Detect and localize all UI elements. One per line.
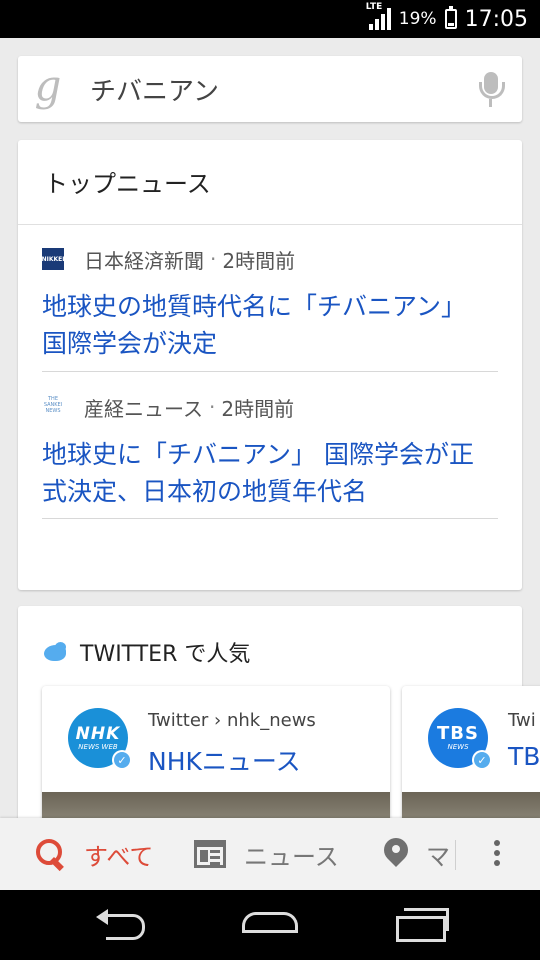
nikkei-logo-icon: NIKKEI <box>42 248 64 270</box>
divider <box>42 371 498 372</box>
news-time: 2時間前 <box>222 248 296 273</box>
navigation-bar <box>0 890 540 960</box>
tab-maps[interactable]: マ <box>384 818 456 890</box>
separator: · <box>209 395 216 419</box>
news-item[interactable]: NIKKEI 日本経済新聞 · 2時間前 地球史の地質時代名に「チバニアン」 国… <box>42 244 498 362</box>
status-bar: LTE 19% 17:05 <box>0 0 540 38</box>
divider <box>18 224 522 225</box>
battery-icon <box>444 6 457 29</box>
search-input[interactable]: チバニアン <box>78 71 462 108</box>
clock: 17:05 <box>464 6 528 32</box>
avatar-logo: TBS <box>437 723 479 744</box>
verified-badge-icon: ✓ <box>112 750 132 770</box>
home-icon[interactable] <box>242 912 298 936</box>
divider <box>455 840 456 870</box>
map-pin-icon <box>384 833 413 870</box>
search-bar[interactable]: g チバニアン <box>18 56 522 122</box>
news-headline[interactable]: 地球史の地質時代名に「チバニアン」 国際学会が決定 <box>42 288 498 362</box>
more-options-icon[interactable] <box>492 840 502 872</box>
search-tab-bar: すべて ニュース マ <box>0 818 540 890</box>
twitter-bird-icon <box>42 641 68 663</box>
news-item[interactable]: THE SANKEI NEWS 産経ニュース · 2時間前 地球史に「チバニアン… <box>42 392 498 510</box>
avatar: TBS NEWS ✓ <box>428 708 492 770</box>
tweet-source-path: Twi <box>508 710 536 731</box>
tab-label: マ <box>426 842 450 871</box>
news-source: 日本経済新聞 <box>84 248 204 273</box>
back-icon[interactable] <box>92 909 148 940</box>
avatar-sub: NEWS WEB <box>78 743 118 751</box>
tab-label: ニュース <box>244 842 339 871</box>
network-type: LTE <box>365 2 383 12</box>
sankei-logo-icon: THE SANKEI NEWS <box>42 396 64 418</box>
newspaper-icon <box>194 840 226 868</box>
tweet-source-path: Twitter › nhk_news <box>148 710 316 731</box>
tab-label: すべて <box>84 842 154 871</box>
avatar-sub: NEWS <box>447 743 469 751</box>
twitter-title-text: TWITTER で人気 <box>80 642 251 667</box>
recent-apps-icon[interactable] <box>396 908 449 942</box>
google-logo-icon: g <box>34 61 62 110</box>
tab-news[interactable]: ニュース <box>194 818 339 890</box>
separator: · <box>210 247 217 271</box>
twitter-section-title: TWITTER で人気 <box>42 636 250 668</box>
tweet-account-name[interactable]: TB <box>508 742 540 771</box>
signal-icon: LTE <box>366 2 391 30</box>
mic-icon[interactable] <box>462 56 522 122</box>
top-news-card: トップニュース NIKKEI 日本経済新聞 · 2時間前 地球史の地質時代名に「… <box>18 140 522 590</box>
tab-all[interactable]: すべて <box>34 818 153 890</box>
verified-badge-icon: ✓ <box>472 750 492 770</box>
search-icon <box>34 837 68 872</box>
battery-percent: 19% <box>398 9 437 29</box>
divider <box>42 518 498 519</box>
avatar: NHK NEWS WEB ✓ <box>68 708 132 770</box>
news-source: 産経ニュース <box>84 396 203 421</box>
news-headline[interactable]: 地球史に「チバニアン」 国際学会が正式決定、日本初の地質年代名 <box>42 436 498 510</box>
card-title: トップニュース <box>44 170 211 198</box>
avatar-logo: NHK <box>75 724 121 744</box>
news-time: 2時間前 <box>221 396 295 421</box>
tweet-account-name[interactable]: NHKニュース <box>148 742 301 778</box>
